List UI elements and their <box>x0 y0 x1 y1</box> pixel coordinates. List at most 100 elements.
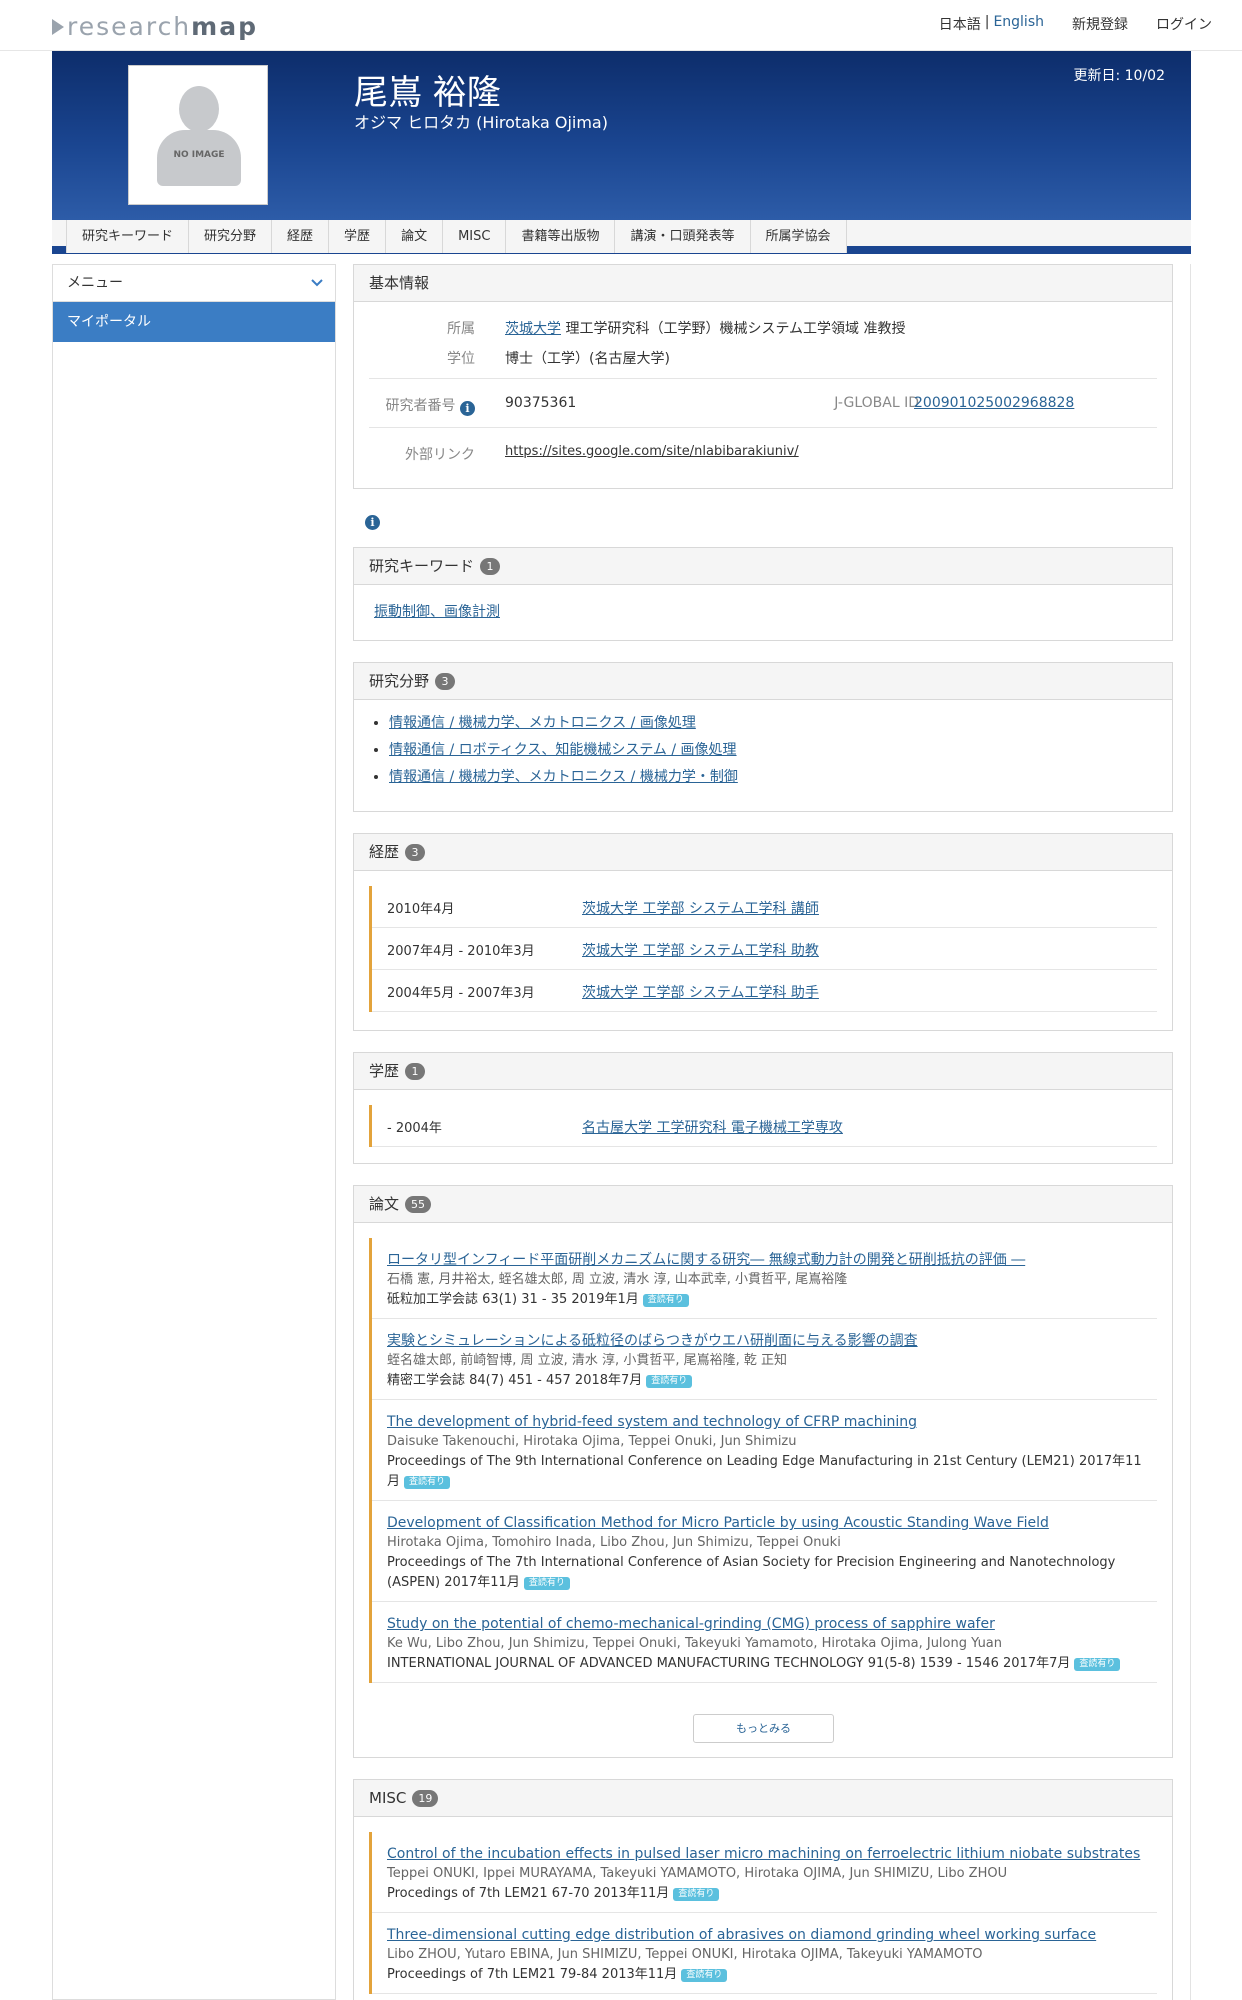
keyword-link[interactable]: 振動制御、画像計測 <box>374 604 500 620</box>
career-date: 2004年5月 - 2007年3月 <box>387 986 535 1001</box>
misc-source: Proceedings of 7th LEM21 79-84 2013年11月査… <box>387 1965 1142 1985</box>
paper-authors: 蛭名雄太郎, 前崎智博, 周 立波, 清水 淳, 小貫哲平, 尾嶌裕隆, 乾 正… <box>387 1353 787 1368</box>
logo-text-light: research <box>67 12 192 41</box>
tab-education[interactable]: 学歴 <box>329 220 387 253</box>
field-link[interactable]: 情報通信 / 機械力学、メカトロニクス / 画像処理 <box>389 715 696 731</box>
fields-list: 情報通信 / 機械力学、メカトロニクス / 画像処理 情報通信 / ロボティクス… <box>354 700 1172 791</box>
misc-source-text: Procedings of 7th LEM21 67-70 2013年11月 <box>387 1886 670 1901</box>
peer-reviewed-badge: 査読有り <box>523 1577 570 1590</box>
content-border <box>1190 264 1191 2000</box>
fields-heading: 研究分野 3 <box>354 663 1172 700</box>
keywords-title: 研究キーワード <box>369 557 475 575</box>
paper-title-link[interactable]: The development of hybrid-feed system an… <box>387 1414 917 1430</box>
paper-title-link[interactable]: Study on the potential of chemo-mechanic… <box>387 1616 995 1632</box>
career-title: 経歴 <box>369 843 400 861</box>
career-link[interactable]: 茨城大学 工学部 システム工学科 助手 <box>582 982 819 1002</box>
peer-reviewed-badge: 査読有り <box>642 1294 689 1307</box>
keywords-count-badge: 1 <box>480 558 501 575</box>
education-title: 学歴 <box>369 1062 400 1080</box>
chevron-down-icon <box>311 279 323 287</box>
updated-date: 更新日: 10/02 <box>1073 68 1165 84</box>
field-link[interactable]: 情報通信 / ロボティクス、知能機械システム / 画像処理 <box>389 742 737 758</box>
fields-title: 研究分野 <box>369 672 430 690</box>
tab-associations[interactable]: 所属学協会 <box>750 220 847 253</box>
sidebar-menu-toggle[interactable]: メニュー <box>53 265 335 302</box>
info-note-icon[interactable]: i <box>365 512 380 530</box>
misc-title-link[interactable]: Three-dimensional cutting edge distribut… <box>387 1927 1096 1943</box>
affiliation-label: 所属 <box>447 321 475 337</box>
researcher-name: 尾嶌 裕隆 <box>354 73 501 113</box>
basic-info-heading: 基本情報 <box>354 265 1172 302</box>
paper-source: 精密工学会誌 84(7) 451 - 457 2018年7月 査読有り <box>387 1371 1142 1391</box>
peer-reviewed-badge: 査読有り <box>404 1476 451 1489</box>
paper-item: Study on the potential of chemo-mechanic… <box>372 1602 1157 1683</box>
paper-source: 砥粒加工学会誌 63(1) 31 - 35 2019年1月 査読有り <box>387 1290 1142 1310</box>
info-icon[interactable]: i <box>460 401 475 416</box>
misc-authors: Teppei ONUKI, Ippei MURAYAMA, Takeyuki Y… <box>387 1866 1008 1881</box>
field-link[interactable]: 情報通信 / 機械力学、メカトロニクス / 機械力学・制御 <box>389 769 738 785</box>
misc-source-text: Proceedings of 7th LEM21 79-84 2013年11月 <box>387 1967 678 1982</box>
paper-authors: 石橋 憲, 月井裕太, 蛭名雄太郎, 周 立波, 清水 淳, 山本武幸, 小貫哲… <box>387 1272 848 1287</box>
sidebar-item-my-portal[interactable]: マイポータル <box>53 302 335 342</box>
paper-item: ロータリ型インフィード平面研削メカニズムに関する研究― 無線式動力計の開発と研削… <box>372 1238 1157 1319</box>
peer-reviewed-badge: 査読有り <box>1074 1658 1121 1671</box>
career-link[interactable]: 茨城大学 工学部 システム工学科 助教 <box>582 940 819 960</box>
paper-source-text: Proceedings of The 9th International Con… <box>387 1454 1142 1489</box>
paper-title-link[interactable]: ロータリ型インフィード平面研削メカニズムに関する研究― 無線式動力計の開発と研削… <box>387 1252 1025 1268</box>
tab-books[interactable]: 書籍等出版物 <box>506 220 616 253</box>
paper-source: Proceedings of The 7th International Con… <box>387 1553 1142 1593</box>
lang-english[interactable]: English <box>993 14 1044 34</box>
paper-authors: Hirotaka Ojima, Tomohiro Inada, Libo Zho… <box>387 1535 841 1550</box>
language-switcher: 日本語 | English <box>939 14 1044 34</box>
paper-source-text: 精密工学会誌 84(7) 451 - 457 2018年7月 <box>387 1373 643 1388</box>
logo-text-bold: map <box>191 12 258 41</box>
education-list: - 2004年 名古屋大学 工学研究科 電子機械工学専攻 <box>369 1105 1157 1147</box>
education-row: - 2004年 名古屋大学 工学研究科 電子機械工学専攻 <box>372 1105 1157 1147</box>
education-panel: 学歴 1 - 2004年 名古屋大学 工学研究科 電子機械工学専攻 <box>353 1052 1173 1164</box>
career-link[interactable]: 茨城大学 工学部 システム工学科 講師 <box>582 898 819 918</box>
misc-authors: Libo ZHOU, Yutaro EBINA, Jun SHIMIZU, Te… <box>387 1947 983 1962</box>
peer-reviewed-badge: 査読有り <box>646 1375 693 1388</box>
external-link-label: 外部リンク <box>405 447 475 463</box>
register-link[interactable]: 新規登録 <box>1072 14 1128 34</box>
researchmap-logo[interactable]: researchmap <box>52 12 258 41</box>
tab-papers[interactable]: 論文 <box>386 220 444 253</box>
jglobal-label: J-GLOBAL ID <box>834 395 919 411</box>
affiliation-detail: 理工学研究科（工学野）機械システム工学領域 准教授 <box>561 321 906 337</box>
list-item: 情報通信 / 機械力学、メカトロニクス / 機械力学・制御 <box>389 764 1172 791</box>
career-heading: 経歴 3 <box>354 834 1172 871</box>
lang-separator: | <box>984 14 990 30</box>
external-link[interactable]: https://sites.google.com/site/nlabibarak… <box>505 444 799 459</box>
login-link[interactable]: ログイン <box>1156 14 1212 34</box>
education-link[interactable]: 名古屋大学 工学研究科 電子機械工学専攻 <box>582 1117 843 1137</box>
misc-title-link[interactable]: Control of the incubation effects in pul… <box>387 1846 1140 1862</box>
keywords-panel: 研究キーワード 1 振動制御、画像計測 <box>353 547 1173 641</box>
tab-fields[interactable]: 研究分野 <box>189 220 273 253</box>
sidebar-item-label: マイポータル <box>67 314 151 330</box>
research-fields-panel: 研究分野 3 情報通信 / 機械力学、メカトロニクス / 画像処理 情報通信 / … <box>353 662 1173 812</box>
profile-banner: NO IMAGE 尾嶌 裕隆 オジマ ヒロタカ (Hirotaka Ojima)… <box>52 51 1191 220</box>
jglobal-id-link[interactable]: 200901025002968828 <box>914 395 1074 411</box>
tab-career[interactable]: 経歴 <box>272 220 330 253</box>
sidebar: メニュー マイポータル <box>52 264 336 2000</box>
misc-item: Control of the incubation effects in pul… <box>372 1832 1157 1913</box>
tab-presentations[interactable]: 講演・口頭発表等 <box>615 220 751 253</box>
logo-text: researchmap <box>67 12 258 41</box>
paper-title-link[interactable]: 実験とシミュレーションによる砥粒径のばらつきがウエハ研削面に与える影響の調査 <box>387 1333 918 1349</box>
paper-authors: Ke Wu, Libo Zhou, Jun Shimizu, Teppei On… <box>387 1636 1003 1651</box>
affiliation-university-link[interactable]: 茨城大学 <box>505 321 561 337</box>
education-count-badge: 1 <box>405 1063 426 1080</box>
tab-misc[interactable]: MISC <box>443 220 507 253</box>
peer-reviewed-badge: 査読有り <box>681 1969 728 1982</box>
affiliation-value: 茨城大学 理工学研究科（工学野）機械システム工学領域 准教授 <box>505 318 905 338</box>
education-heading: 学歴 1 <box>354 1053 1172 1090</box>
show-more-papers-button[interactable]: もっとみる <box>693 1714 834 1743</box>
paper-title-link[interactable]: Development of Classification Method for… <box>387 1515 1049 1531</box>
misc-item: Three-dimensional cutting edge distribut… <box>372 1913 1157 1994</box>
tab-keywords[interactable]: 研究キーワード <box>66 220 190 253</box>
paper-item: The development of hybrid-feed system an… <box>372 1400 1157 1501</box>
basic-info-panel: 基本情報 所属 茨城大学 理工学研究科（工学野）機械システム工学領域 准教授 学… <box>353 264 1173 489</box>
career-row: 2004年5月 - 2007年3月 茨城大学 工学部 システム工学科 助手 <box>372 970 1157 1012</box>
lang-japanese[interactable]: 日本語 <box>939 14 981 34</box>
researcher-number-value: 90375361 <box>505 395 577 411</box>
